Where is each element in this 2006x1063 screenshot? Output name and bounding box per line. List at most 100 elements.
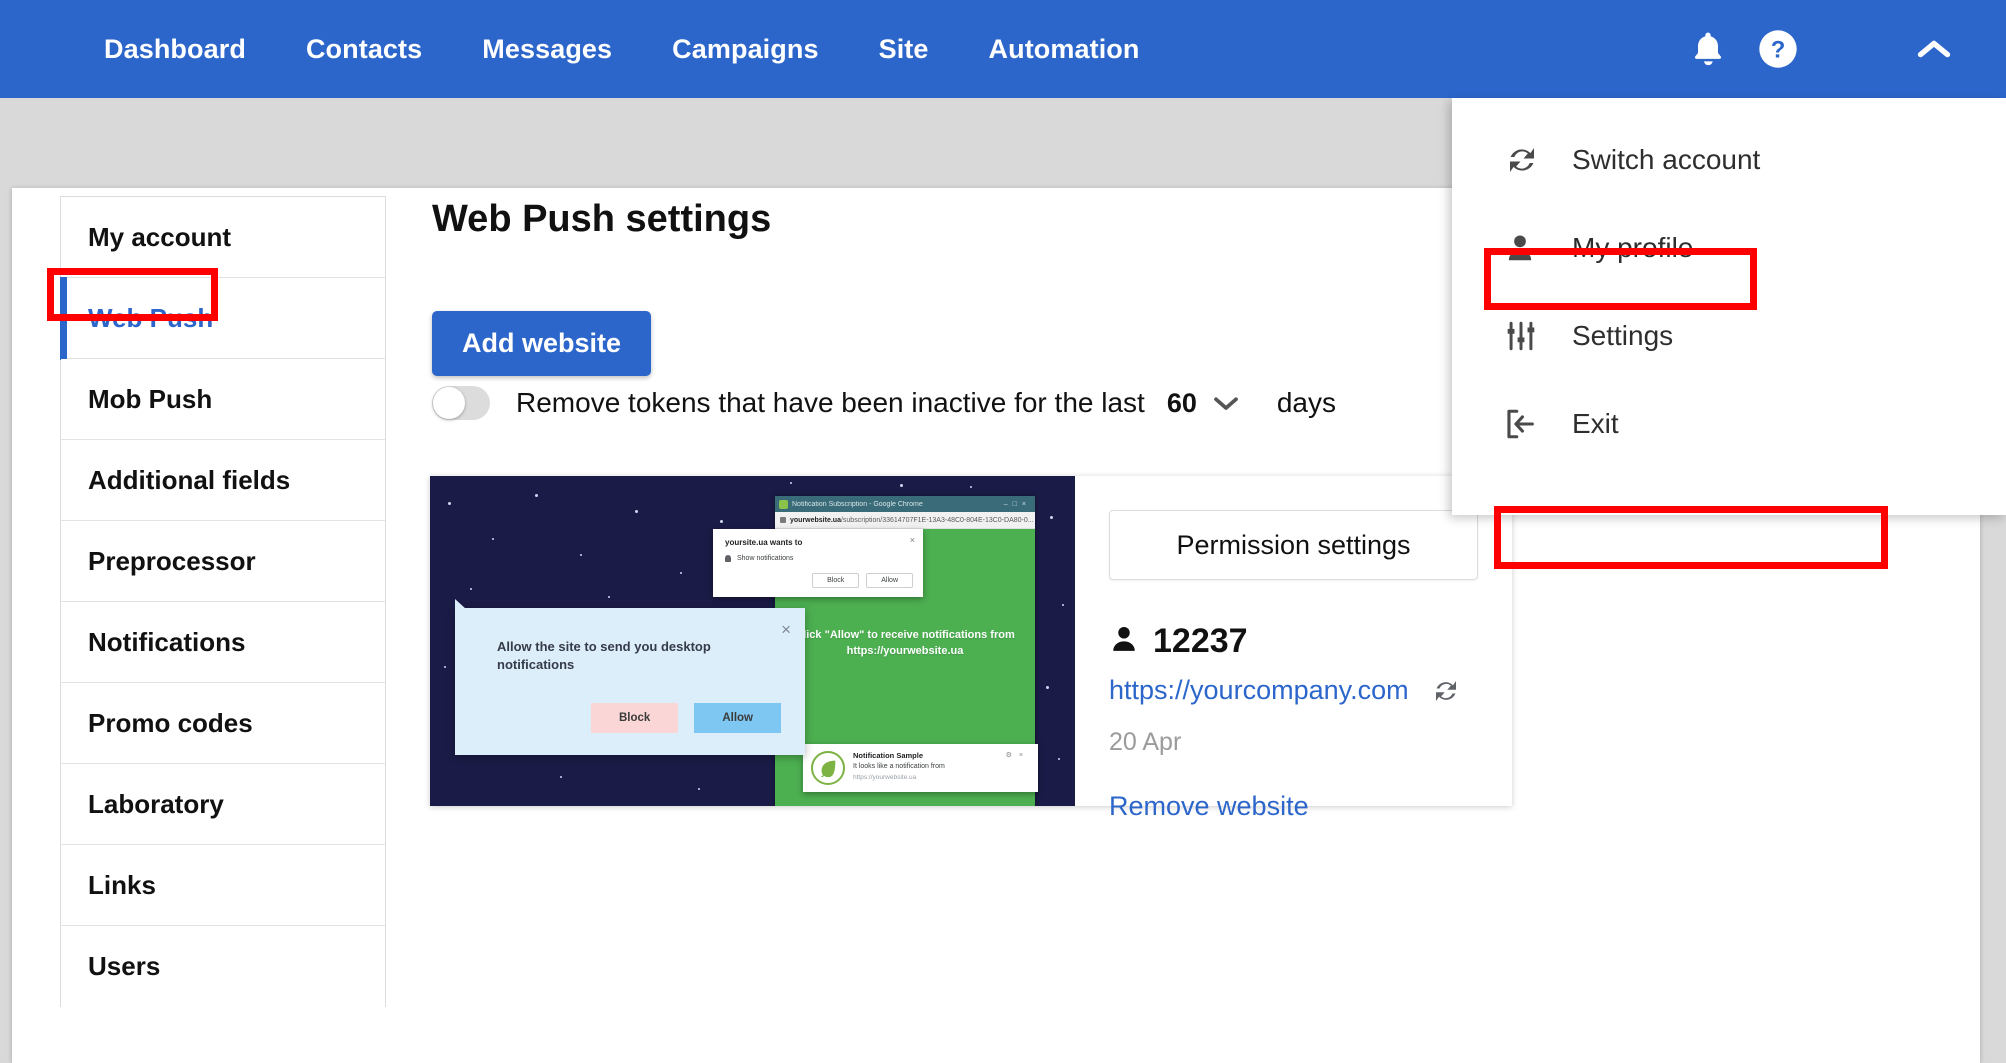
person-icon xyxy=(1109,622,1139,661)
main-content: Web Push settings Add website xyxy=(432,196,771,376)
sliders-icon xyxy=(1504,319,1548,353)
preview-bubble-text: Allow the site to send you desktop notif… xyxy=(497,639,711,672)
preview-notification-title: Notification Sample xyxy=(853,751,924,760)
close-icon: × xyxy=(909,535,915,545)
token-cleanup-row: Remove tokens that have been inactive fo… xyxy=(432,386,1336,420)
bell-icon xyxy=(725,555,731,562)
settings-sidebar: My account Web Push Mob Push Additional … xyxy=(60,196,386,1007)
chevron-down-icon[interactable] xyxy=(1211,393,1241,413)
remove-website-link[interactable]: Remove website xyxy=(1109,791,1309,822)
website-details: Permission settings 12237 https://yourco… xyxy=(1075,476,1512,821)
sidebar-item-label: Preprocessor xyxy=(88,545,256,576)
switch-account-icon xyxy=(1504,142,1548,178)
remove-tokens-toggle[interactable] xyxy=(432,386,490,420)
svg-text:?: ? xyxy=(1771,36,1786,63)
website-preview-image[interactable]: Notification Subscription - Google Chrom… xyxy=(430,476,1075,806)
page-title: Web Push settings xyxy=(432,198,772,240)
preview-perm-allow-button: Allow xyxy=(866,573,913,588)
nav-item-messages[interactable]: Messages xyxy=(482,34,612,65)
sidebar-item-label: Laboratory xyxy=(88,788,224,819)
preview-bubble-block-button: Block xyxy=(591,703,679,734)
days-unit-label: days xyxy=(1276,387,1337,418)
sidebar-item-additional-fields[interactable]: Additional fields xyxy=(61,440,385,521)
subscriber-count-row: 12237 xyxy=(1109,622,1478,661)
sidebar-item-label: Notifications xyxy=(88,626,246,657)
nav-item-contacts[interactable]: Contacts xyxy=(306,34,422,65)
main-nav: Dashboard Contacts Messages Campaigns Si… xyxy=(104,34,1140,65)
preview-browser-urlbar: yourwebsite.ua /subscription/33614707F1E… xyxy=(775,512,1035,529)
preview-bubble-allow-button: Allow xyxy=(694,703,781,734)
preview-notification-toast: Notification Sample It looks like a noti… xyxy=(803,744,1038,792)
website-date: 20 Apr xyxy=(1109,728,1182,756)
menu-item-label: Exit xyxy=(1572,408,1619,439)
permission-settings-button[interactable]: Permission settings xyxy=(1109,510,1478,580)
nav-item-campaigns[interactable]: Campaigns xyxy=(672,34,818,65)
preview-browser-titlebar: Notification Subscription - Google Chrom… xyxy=(775,496,1035,512)
menu-item-my-profile[interactable]: My profile xyxy=(1452,204,2006,292)
preview-perm-option-label: Show notifications xyxy=(737,555,794,562)
sidebar-item-preprocessor[interactable]: Preprocessor xyxy=(61,521,385,602)
nav-item-automation[interactable]: Automation xyxy=(989,34,1140,65)
menu-item-exit[interactable]: Exit xyxy=(1452,380,2006,468)
help-circle-icon[interactable]: ? xyxy=(1750,21,1806,77)
preview-notification-sub: It looks like a notification from xyxy=(853,763,945,770)
chevron-up-icon[interactable] xyxy=(1906,21,1962,77)
preview-browser-title: Notification Subscription - Google Chrom… xyxy=(792,500,923,508)
exit-icon xyxy=(1504,407,1548,441)
sidebar-item-label: Links xyxy=(88,869,156,900)
window-controls-icon: –□× xyxy=(1003,500,1031,508)
preview-url-domain: yourwebsite.ua xyxy=(790,516,841,524)
sidebar-item-links[interactable]: Links xyxy=(61,845,385,926)
person-icon xyxy=(1504,231,1548,265)
remove-tokens-label: Remove tokens that have been inactive fo… xyxy=(516,387,1145,418)
preview-bubble-buttons: Block Allow xyxy=(455,673,805,755)
website-url-row: https://yourcompany.com xyxy=(1109,675,1478,706)
sidebar-item-laboratory[interactable]: Laboratory xyxy=(61,764,385,845)
sidebar-item-label: Users xyxy=(88,951,161,981)
subscriber-count: 12237 xyxy=(1153,622,1248,660)
sidebar-item-users[interactable]: Users xyxy=(61,926,385,1007)
website-url-link[interactable]: https://yourcompany.com xyxy=(1109,675,1409,706)
sidebar-item-label: Additional fields xyxy=(88,464,291,495)
topbar-actions: ? xyxy=(1680,0,2006,98)
preview-browser-window: Notification Subscription - Google Chrom… xyxy=(713,496,1038,806)
preview-chrome-permission-popup: × yoursite.ua wants to Show notification… xyxy=(713,529,923,597)
nav-item-dashboard[interactable]: Dashboard xyxy=(104,34,246,65)
add-website-button[interactable]: Add website xyxy=(432,311,652,376)
refresh-icon[interactable] xyxy=(1431,676,1461,706)
menu-item-label: Settings xyxy=(1572,320,1674,351)
menu-item-settings[interactable]: Settings xyxy=(1452,292,2006,380)
sidebar-item-mob-push[interactable]: Mob Push xyxy=(61,359,385,440)
nav-item-site[interactable]: Site xyxy=(879,34,929,65)
top-navigation-bar: Dashboard Contacts Messages Campaigns Si… xyxy=(0,0,2006,98)
sidebar-item-label: Mob Push xyxy=(88,383,213,414)
leaf-icon xyxy=(811,751,845,785)
preview-green-instruction: Click "Allow" to receive notifications f… xyxy=(795,629,1015,657)
notification-controls-icon: ⚙× xyxy=(1005,752,1030,759)
lock-icon xyxy=(780,517,786,523)
website-card: Notification Subscription - Google Chrom… xyxy=(430,476,1512,821)
sidebar-item-web-push[interactable]: Web Push xyxy=(60,277,385,360)
sidebar-item-my-account[interactable]: My account xyxy=(61,197,385,278)
account-dropdown-menu: Switch account My profile Settings Exit xyxy=(1452,98,2006,515)
preview-perm-title: yoursite.ua wants to xyxy=(725,538,803,547)
preview-perm-buttons: Block Allow xyxy=(725,573,913,588)
preview-notification-url: https://yourwebsite.ua xyxy=(853,774,917,781)
close-icon: × xyxy=(781,620,791,639)
sidebar-item-label: Web Push xyxy=(88,302,214,333)
sidebar-item-label: Promo codes xyxy=(88,707,253,738)
preview-perm-option: Show notifications xyxy=(725,555,913,562)
menu-item-label: My profile xyxy=(1572,232,1694,263)
bell-icon[interactable] xyxy=(1680,21,1736,77)
preview-permission-bubble: × Allow the site to send you desktop not… xyxy=(455,598,805,756)
preview-notification-body: Notification Sample It looks like a noti… xyxy=(853,751,1030,785)
menu-item-switch-account[interactable]: Switch account xyxy=(1452,116,2006,204)
sidebar-item-notifications[interactable]: Notifications xyxy=(61,602,385,683)
inactive-days-select[interactable]: 60 xyxy=(1167,388,1197,419)
preview-perm-block-button: Block xyxy=(812,573,860,588)
sidebar-item-label: My account xyxy=(88,221,232,252)
menu-item-label: Switch account xyxy=(1572,144,1761,175)
sidebar-item-promo-codes[interactable]: Promo codes xyxy=(61,683,385,764)
toggle-knob xyxy=(433,387,465,419)
leaf-icon xyxy=(779,499,788,509)
